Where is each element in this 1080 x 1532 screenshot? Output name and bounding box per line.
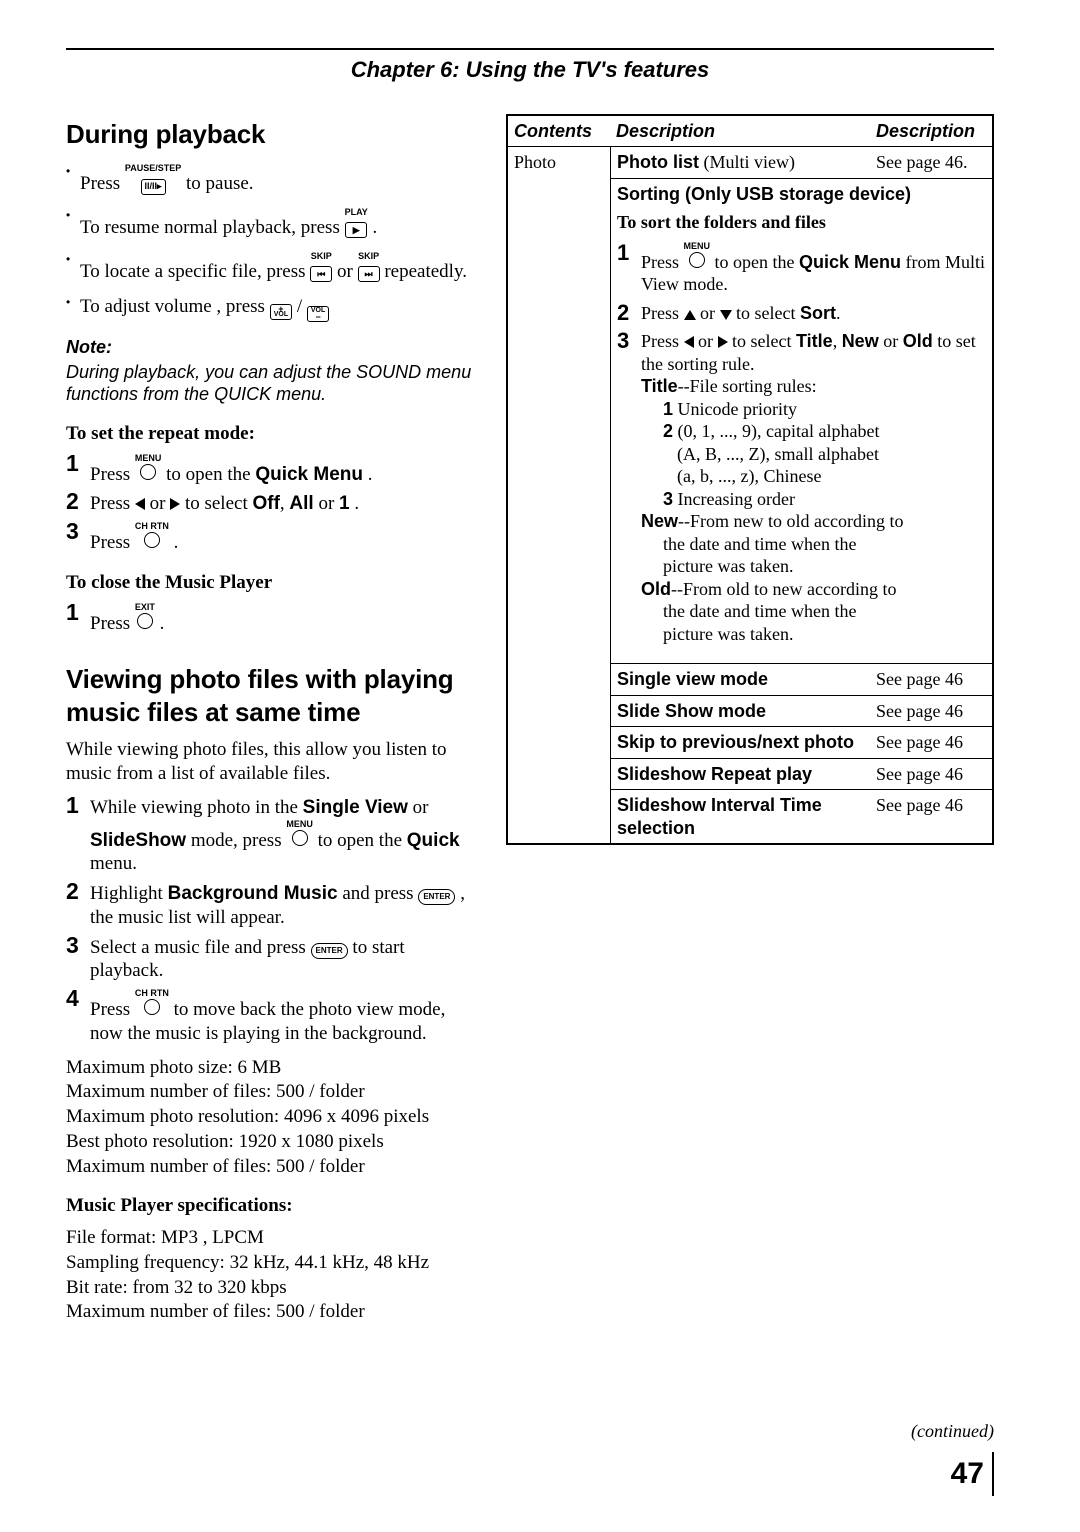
sort-step-2: 2 Press or to select Sort. bbox=[617, 302, 986, 325]
row-sorting: Sorting (Only USB storage device) To sor… bbox=[611, 178, 992, 664]
vol-up-key-icon: +VOL bbox=[270, 304, 292, 320]
note-text: During playback, you can adjust the SOUN… bbox=[66, 361, 476, 406]
bullet-resume: To resume normal playback, press PLAY ▶ … bbox=[66, 208, 476, 240]
th-description: Description bbox=[610, 116, 870, 147]
photo-intro-text: While viewing photo files, this allow yo… bbox=[66, 738, 476, 786]
photo-steps: 1 While viewing photo in the Single View… bbox=[66, 796, 476, 1046]
enter-key-icon: ENTER bbox=[311, 943, 348, 959]
pause-step-key-icon: PAUSE/STEP II/II▸ bbox=[125, 164, 181, 195]
subheading-music-specs: Music Player specifications: bbox=[66, 1194, 476, 1218]
menu-key-icon: MENU bbox=[135, 454, 162, 484]
bullet-skip: To locate a specific file, press SKIP ⏮ … bbox=[66, 252, 476, 284]
row-photo-list: Photo list (Multi view) See page 46. bbox=[611, 147, 992, 178]
play-key-icon: PLAY ▶ bbox=[345, 208, 368, 239]
row-slide-show: Slide Show mode See page 46 bbox=[611, 695, 992, 727]
ch-rtn-key-icon: CH RTN bbox=[135, 522, 169, 552]
row-interval-time: Slideshow Interval Time selection See pa… bbox=[611, 789, 992, 843]
continued-label: (continued) bbox=[911, 1420, 994, 1443]
repeat-steps: 1 Press MENU to open the Quick Menu . 2 bbox=[66, 454, 476, 555]
enter-key-icon: ENTER bbox=[418, 889, 455, 905]
sort-step-1: 1 Press MENU to open the Quick Menu bbox=[617, 242, 986, 296]
down-arrow-icon bbox=[720, 310, 732, 320]
music-specs: File format: MP3 , LPCM Sampling frequen… bbox=[66, 1226, 476, 1324]
row-repeat-play: Slideshow Repeat play See page 46 bbox=[611, 758, 992, 790]
step-3: 3 Select a music file and press ENTER to… bbox=[66, 936, 476, 984]
step-2: 2 Press or to select Off, All or 1 . bbox=[66, 492, 476, 516]
photo-specs: Maximum photo size: 6 MB Maximum number … bbox=[66, 1056, 476, 1179]
close-steps: 1 Press EXIT . bbox=[66, 603, 476, 636]
table-header: Contents Description Description bbox=[508, 116, 992, 148]
skip-prev-key-icon: SKIP ⏮ bbox=[310, 252, 332, 283]
playback-bullets: Press PAUSE/STEP II/II▸ to pause. To res… bbox=[66, 164, 476, 322]
step-1: 1 Press MENU to open the Quick Menu . bbox=[66, 454, 476, 487]
menu-key-icon: MENU bbox=[286, 820, 313, 850]
header-rule bbox=[66, 48, 994, 50]
step-2: 2 Highlight Background Music and press E… bbox=[66, 882, 476, 930]
step-4: 4 Press CH RTN to move back the photo vi… bbox=[66, 989, 476, 1046]
left-arrow-icon bbox=[684, 336, 694, 348]
chapter-title: Chapter 6: Using the TV's features bbox=[66, 56, 994, 84]
heading-during-playback: During playback bbox=[66, 118, 476, 151]
heading-photo-music: Viewing photo files with playing music f… bbox=[66, 663, 476, 728]
th-description-2: Description bbox=[870, 116, 992, 147]
right-arrow-icon bbox=[718, 336, 728, 348]
skip-next-key-icon: SKIP ⏭ bbox=[358, 252, 380, 283]
two-column-layout: During playback Press PAUSE/STEP II/II▸ … bbox=[66, 114, 994, 1326]
note-label: Note: bbox=[66, 336, 476, 359]
row-single-view: Single view mode See page 46 bbox=[611, 663, 992, 695]
photo-row-label: Photo bbox=[508, 147, 611, 843]
row-skip-photo: Skip to previous/next photo See page 46 bbox=[611, 726, 992, 758]
right-arrow-icon bbox=[170, 498, 180, 510]
up-arrow-icon bbox=[684, 310, 696, 320]
step-1: 1 Press EXIT . bbox=[66, 603, 476, 636]
manual-page: Chapter 6: Using the TV's features Durin… bbox=[0, 0, 1080, 1532]
step-1: 1 While viewing photo in the Single View… bbox=[66, 796, 476, 876]
th-contents: Contents bbox=[508, 116, 610, 147]
vol-dn-key-icon: VOL− bbox=[307, 306, 329, 322]
step-3: 3 Press CH RTN . bbox=[66, 522, 476, 555]
left-column: During playback Press PAUSE/STEP II/II▸ … bbox=[66, 114, 476, 1326]
right-column: Contents Description Description Photo P… bbox=[506, 114, 994, 1326]
sort-step-3: 3 Press or to select Title, New bbox=[617, 330, 986, 645]
bullet-volume: To adjust volume , press +VOL / VOL− bbox=[66, 295, 476, 322]
subheading-close-player: To close the Music Player bbox=[66, 571, 476, 595]
left-arrow-icon bbox=[135, 498, 145, 510]
bullet-pause: Press PAUSE/STEP II/II▸ to pause. bbox=[66, 164, 476, 196]
page-number-wrap: 47 bbox=[951, 1452, 994, 1496]
exit-key-icon: EXIT bbox=[135, 603, 155, 633]
page-number-rule bbox=[992, 1452, 994, 1496]
subheading-repeat: To set the repeat mode: bbox=[66, 422, 476, 446]
ch-rtn-key-icon: CH RTN bbox=[135, 989, 169, 1019]
menu-key-icon: MENU bbox=[684, 242, 711, 271]
photo-table: Contents Description Description Photo P… bbox=[506, 114, 994, 846]
page-number: 47 bbox=[951, 1455, 984, 1493]
